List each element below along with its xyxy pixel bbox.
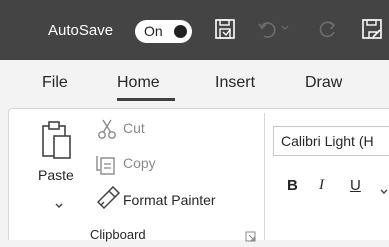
underline-button[interactable]: U [350, 177, 361, 194]
cut-button[interactable]: Cut [123, 120, 145, 136]
save-icon[interactable] [214, 18, 236, 40]
redo-icon[interactable] [316, 18, 338, 40]
group-separator [264, 113, 265, 240]
cut-icon [97, 118, 117, 145]
dialog-launcher-icon[interactable] [245, 229, 256, 247]
autosave-label: AutoSave [48, 22, 114, 39]
italic-button[interactable]: I [319, 177, 324, 194]
toggle-knob [174, 25, 187, 38]
copy-icon [94, 152, 118, 181]
tab-draw[interactable]: Draw [305, 73, 342, 93]
font-name-combobox[interactable]: Calibri Light (H [273, 126, 389, 156]
paste-button[interactable]: Paste [38, 167, 74, 183]
save-edit-icon[interactable] [361, 18, 383, 40]
undo-dropdown-icon[interactable] [281, 24, 289, 32]
tab-insert[interactable]: Insert [215, 73, 255, 93]
undo-icon[interactable] [257, 18, 279, 40]
ribbon-tabs: File Home Insert Draw [0, 60, 389, 108]
underline-dropdown-icon[interactable] [379, 183, 389, 201]
tab-home[interactable]: Home [117, 73, 160, 93]
font-name-value: Calibri Light (H [281, 133, 374, 149]
active-tab-indicator [117, 98, 175, 101]
format-painter-button[interactable]: Format Painter [123, 192, 216, 208]
autosave-state: On [144, 23, 163, 39]
tab-file[interactable]: File [42, 73, 68, 93]
title-bar: AutoSave On [0, 0, 389, 60]
autosave-toggle[interactable]: On [135, 20, 192, 43]
paste-icon[interactable] [40, 118, 74, 165]
format-painter-icon [95, 185, 121, 215]
copy-button[interactable]: Copy [123, 155, 156, 171]
bold-button[interactable]: B [287, 177, 298, 194]
paste-dropdown-icon[interactable] [54, 197, 64, 215]
